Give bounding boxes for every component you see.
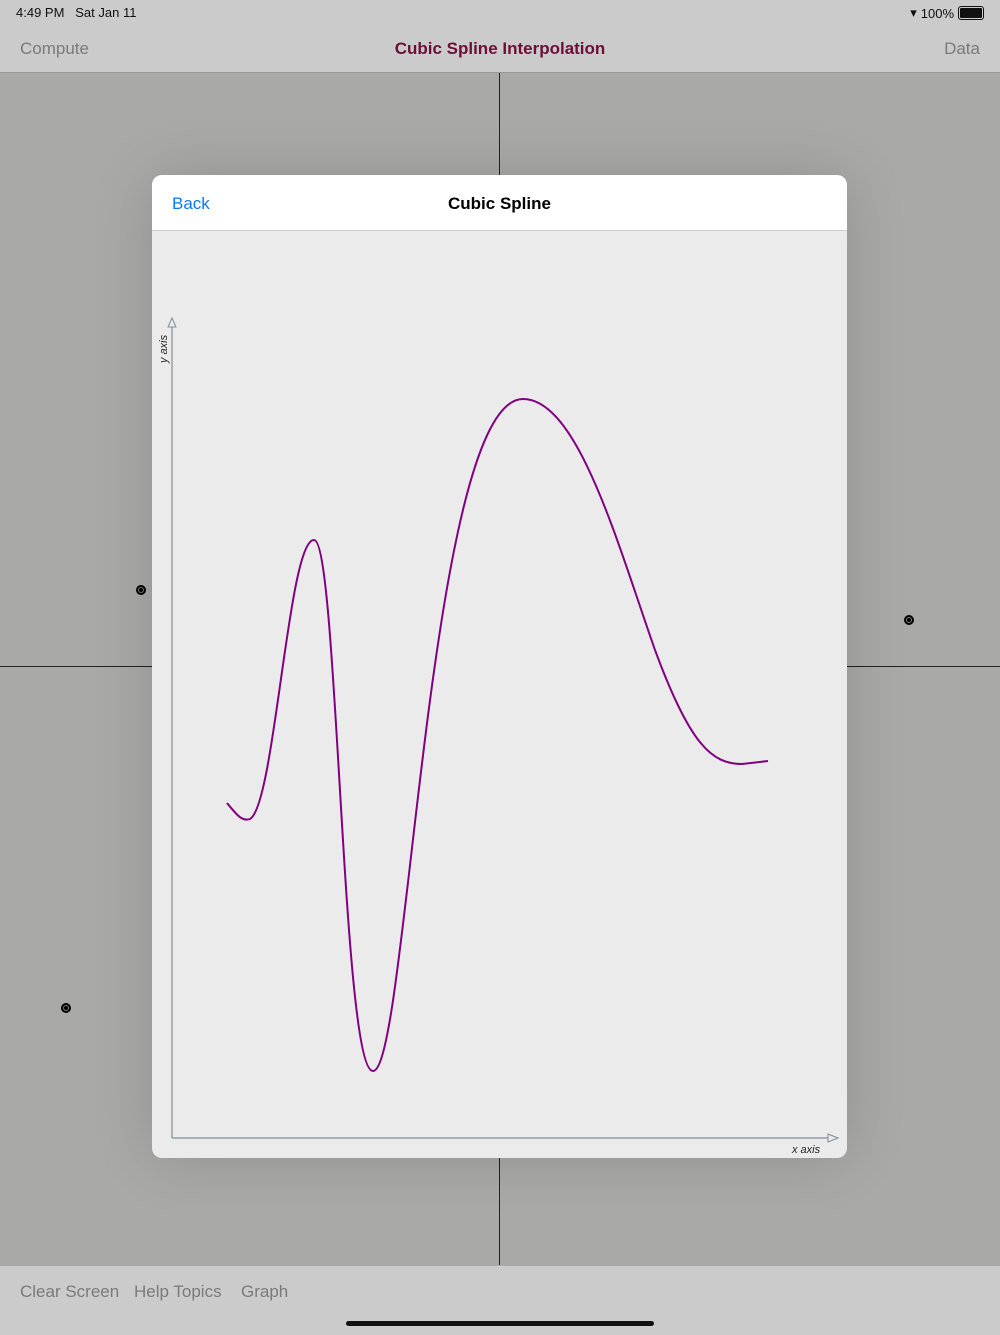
- wifi-icon: ▾: [910, 5, 917, 20]
- help-topics-button[interactable]: Help Topics: [134, 1282, 222, 1302]
- data-point[interactable]: [136, 585, 146, 595]
- x-axis-arrow-icon: [827, 1133, 840, 1143]
- battery-icon: [958, 6, 984, 20]
- spline-curve: [226, 397, 769, 1073]
- data-button[interactable]: Data: [944, 39, 980, 59]
- home-indicator[interactable]: [346, 1321, 654, 1326]
- clear-screen-button[interactable]: Clear Screen: [20, 1282, 119, 1302]
- spline-graph: y axis x axis: [158, 316, 840, 1156]
- cubic-spline-modal: Back Cubic Spline y axis x axis: [152, 175, 847, 1158]
- data-point[interactable]: [904, 615, 914, 625]
- y-axis-arrow-icon: [167, 316, 177, 328]
- graph-button[interactable]: Graph: [241, 1282, 288, 1302]
- x-axis-label: x axis: [791, 1144, 821, 1156]
- data-point[interactable]: [61, 1003, 71, 1013]
- battery-percent: 100%: [920, 5, 954, 21]
- nav-bar: Compute Cubic Spline Interpolation Data: [0, 24, 1000, 73]
- page-title: Cubic Spline Interpolation: [394, 39, 606, 58]
- status-right: ▾ 100%: [910, 5, 984, 21]
- y-axis-label: y axis: [158, 334, 170, 364]
- status-bar: 4:49 PM Sat Jan 11 ▾ 100%: [0, 0, 1000, 24]
- status-time: 4:49 PM Sat Jan 11: [16, 5, 137, 20]
